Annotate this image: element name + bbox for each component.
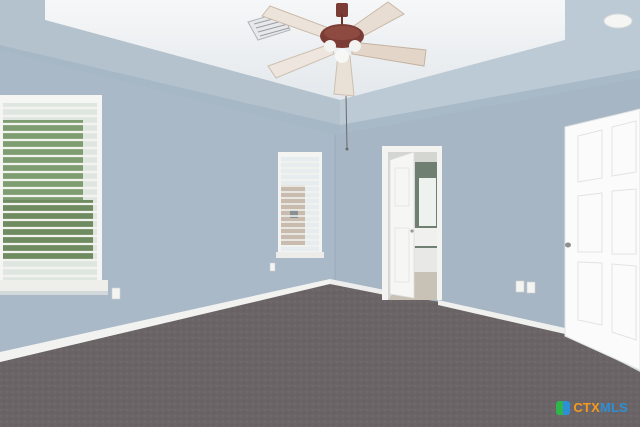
ctxmls-watermark: CTXMLS <box>556 400 628 415</box>
doorway <box>382 146 442 300</box>
watermark-text: CTXMLS <box>573 400 628 415</box>
watermark-suffix: MLS <box>599 400 628 415</box>
watermark-prefix: CTX <box>573 400 600 415</box>
room-illustration <box>0 0 640 427</box>
smoke-detector <box>603 13 633 29</box>
ctxmls-logo-icon <box>556 400 571 415</box>
left-window <box>0 95 108 295</box>
room-photo: CTXMLS <box>0 0 640 427</box>
center-window <box>276 152 324 258</box>
right-door <box>564 108 640 371</box>
